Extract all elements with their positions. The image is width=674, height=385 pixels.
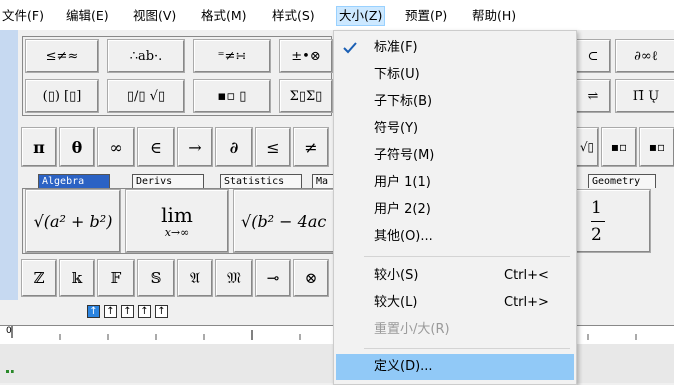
s-symbol-button[interactable]: 𝕊 (137, 259, 175, 297)
sets-palette-button[interactable]: ⊂ (575, 39, 611, 73)
partial-button[interactable]: ∂ (215, 127, 253, 167)
size-menu-item-full[interactable]: 标准(F) (334, 35, 576, 61)
size-full-button[interactable]: ↑ (87, 305, 100, 318)
spaces-ellipses-palette-button[interactable]: ∴ab·. (107, 39, 185, 73)
menu-style[interactable]: 样式(S) (272, 7, 315, 25)
tab-derivs[interactable]: Derivs (132, 174, 204, 188)
fraction-template[interactable]: 1 2 (575, 189, 651, 253)
superscript-template-button[interactable]: ▪▫ (601, 127, 637, 167)
size-symbol-button[interactable]: ↑ (138, 305, 151, 318)
size-menu-item-symbol[interactable]: 符号(Y) (334, 116, 576, 142)
size-menu-item-user2[interactable]: 用户 2(2) (334, 197, 576, 223)
arrow-right-button[interactable]: → (177, 127, 213, 167)
size-subsymbol-button[interactable]: ↑ (155, 305, 168, 318)
subscript-template-button[interactable]: ▪▫ (639, 127, 674, 167)
size-subsubscript-button[interactable]: ↑ (121, 305, 134, 318)
sqrt-sum-squares-template[interactable]: √(a² + b²) (25, 189, 121, 253)
size-menu-item-reset: 重置小/大(R) (374, 322, 450, 337)
theta-button[interactable]: θ (59, 127, 95, 167)
embellishments-palette-button[interactable]: ⁼≠∺ (193, 39, 271, 73)
fraktur-m-button[interactable]: 𝔐 (215, 259, 253, 297)
limit-template[interactable]: lim x→∞ (125, 189, 229, 253)
fraction-bar (591, 220, 605, 222)
less-equal-button[interactable]: ≤ (255, 127, 291, 167)
menu-file[interactable]: 文件(F) (2, 7, 44, 25)
subscripts-palette-button[interactable]: ▪▫ ▯ (193, 79, 271, 113)
sqrt-template-button[interactable]: √▯ (575, 127, 599, 167)
size-menu-item-larger[interactable]: 较大(L) Ctrl+> (334, 290, 576, 316)
limit-label: lim (161, 202, 193, 227)
shortcut-larger: Ctrl+> (504, 295, 549, 310)
size-menu-item-smaller[interactable]: 较小(S) Ctrl+< (334, 263, 576, 289)
fraction-numerator: 1 (591, 197, 602, 218)
summations-palette-button[interactable]: Σ▯Σ▯ (279, 79, 333, 113)
tab-algebra[interactable]: Algebra (38, 174, 110, 188)
tab-matrices[interactable]: Ma (312, 174, 334, 188)
tab-geometry[interactable]: Geometry (588, 174, 656, 188)
insertion-point-icon (6, 370, 14, 379)
size-menu-item-user1[interactable]: 用户 1(1) (334, 170, 576, 196)
discriminant-template[interactable]: √(b² − 4ac (233, 189, 335, 253)
size-subscript-button[interactable]: ↑ (104, 305, 117, 318)
menu-separator (364, 348, 570, 349)
limit-subscript: x→∞ (164, 225, 190, 239)
products-palette-button[interactable]: Π̄ Ų (615, 79, 674, 113)
ruler-zero-label: 0 (6, 326, 12, 336)
menu-format[interactable]: 格式(M) (201, 7, 247, 25)
field-symbol-button[interactable]: 𝔽 (97, 259, 135, 297)
size-menu-item-subsymbol[interactable]: 子符号(M) (334, 143, 576, 169)
size-menu-item-other[interactable]: 其他(O)... (334, 224, 576, 250)
size-dropdown-menu: 标准(F) 下标(U) 子下标(B) 符号(Y) 子符号(M) 用户 1(1) … (333, 30, 577, 385)
menu-edit[interactable]: 编辑(E) (66, 7, 109, 25)
left-edge-strip (0, 30, 19, 300)
pi-button[interactable]: π (21, 127, 57, 167)
misc-symbols-palette-button[interactable]: ∂∞ℓ (615, 39, 674, 73)
infinity-button[interactable]: ∞ (97, 127, 135, 167)
otimes-button[interactable]: ⊗ (293, 259, 329, 297)
multimap-button[interactable]: ⊸ (255, 259, 291, 297)
tab-statistics[interactable]: Statistics (220, 174, 302, 188)
element-of-button[interactable]: ∈ (137, 127, 175, 167)
size-menu-item-define[interactable]: 定义(D)... (336, 354, 574, 380)
menu-size[interactable]: 大小(Z) (336, 6, 386, 26)
arrows-palette-button[interactable]: ⇌ (575, 79, 611, 113)
check-icon (343, 42, 357, 54)
operators-palette-button[interactable]: ±•⊗ (279, 39, 333, 73)
fraktur-a-button[interactable]: 𝔄 (177, 259, 213, 297)
menu-preferences[interactable]: 预置(P) (405, 7, 447, 25)
integers-symbol-button[interactable]: ℤ (21, 259, 57, 297)
k-symbol-button[interactable]: 𝕜 (59, 259, 95, 297)
menu-help[interactable]: 帮助(H) (472, 7, 516, 25)
size-menu-item-subscript[interactable]: 下标(U) (334, 62, 576, 88)
relations-palette-button[interactable]: ≤≠≈ (25, 39, 99, 73)
menu-bar: 文件(F) 编辑(E) 视图(V) 格式(M) 样式(S) 大小(Z) 预置(P… (0, 0, 674, 30)
size-menu-item-subsubscript[interactable]: 子下标(B) (334, 89, 576, 115)
fraction-denominator: 2 (591, 224, 602, 245)
fences-palette-button[interactable]: (▯) [▯] (25, 79, 99, 113)
not-equal-button[interactable]: ≠ (293, 127, 329, 167)
shortcut-smaller: Ctrl+< (504, 268, 549, 283)
menu-separator (364, 256, 570, 257)
menu-view[interactable]: 视图(V) (133, 7, 176, 25)
fractions-radicals-palette-button[interactable]: ▯/▯ √▯ (107, 79, 185, 113)
